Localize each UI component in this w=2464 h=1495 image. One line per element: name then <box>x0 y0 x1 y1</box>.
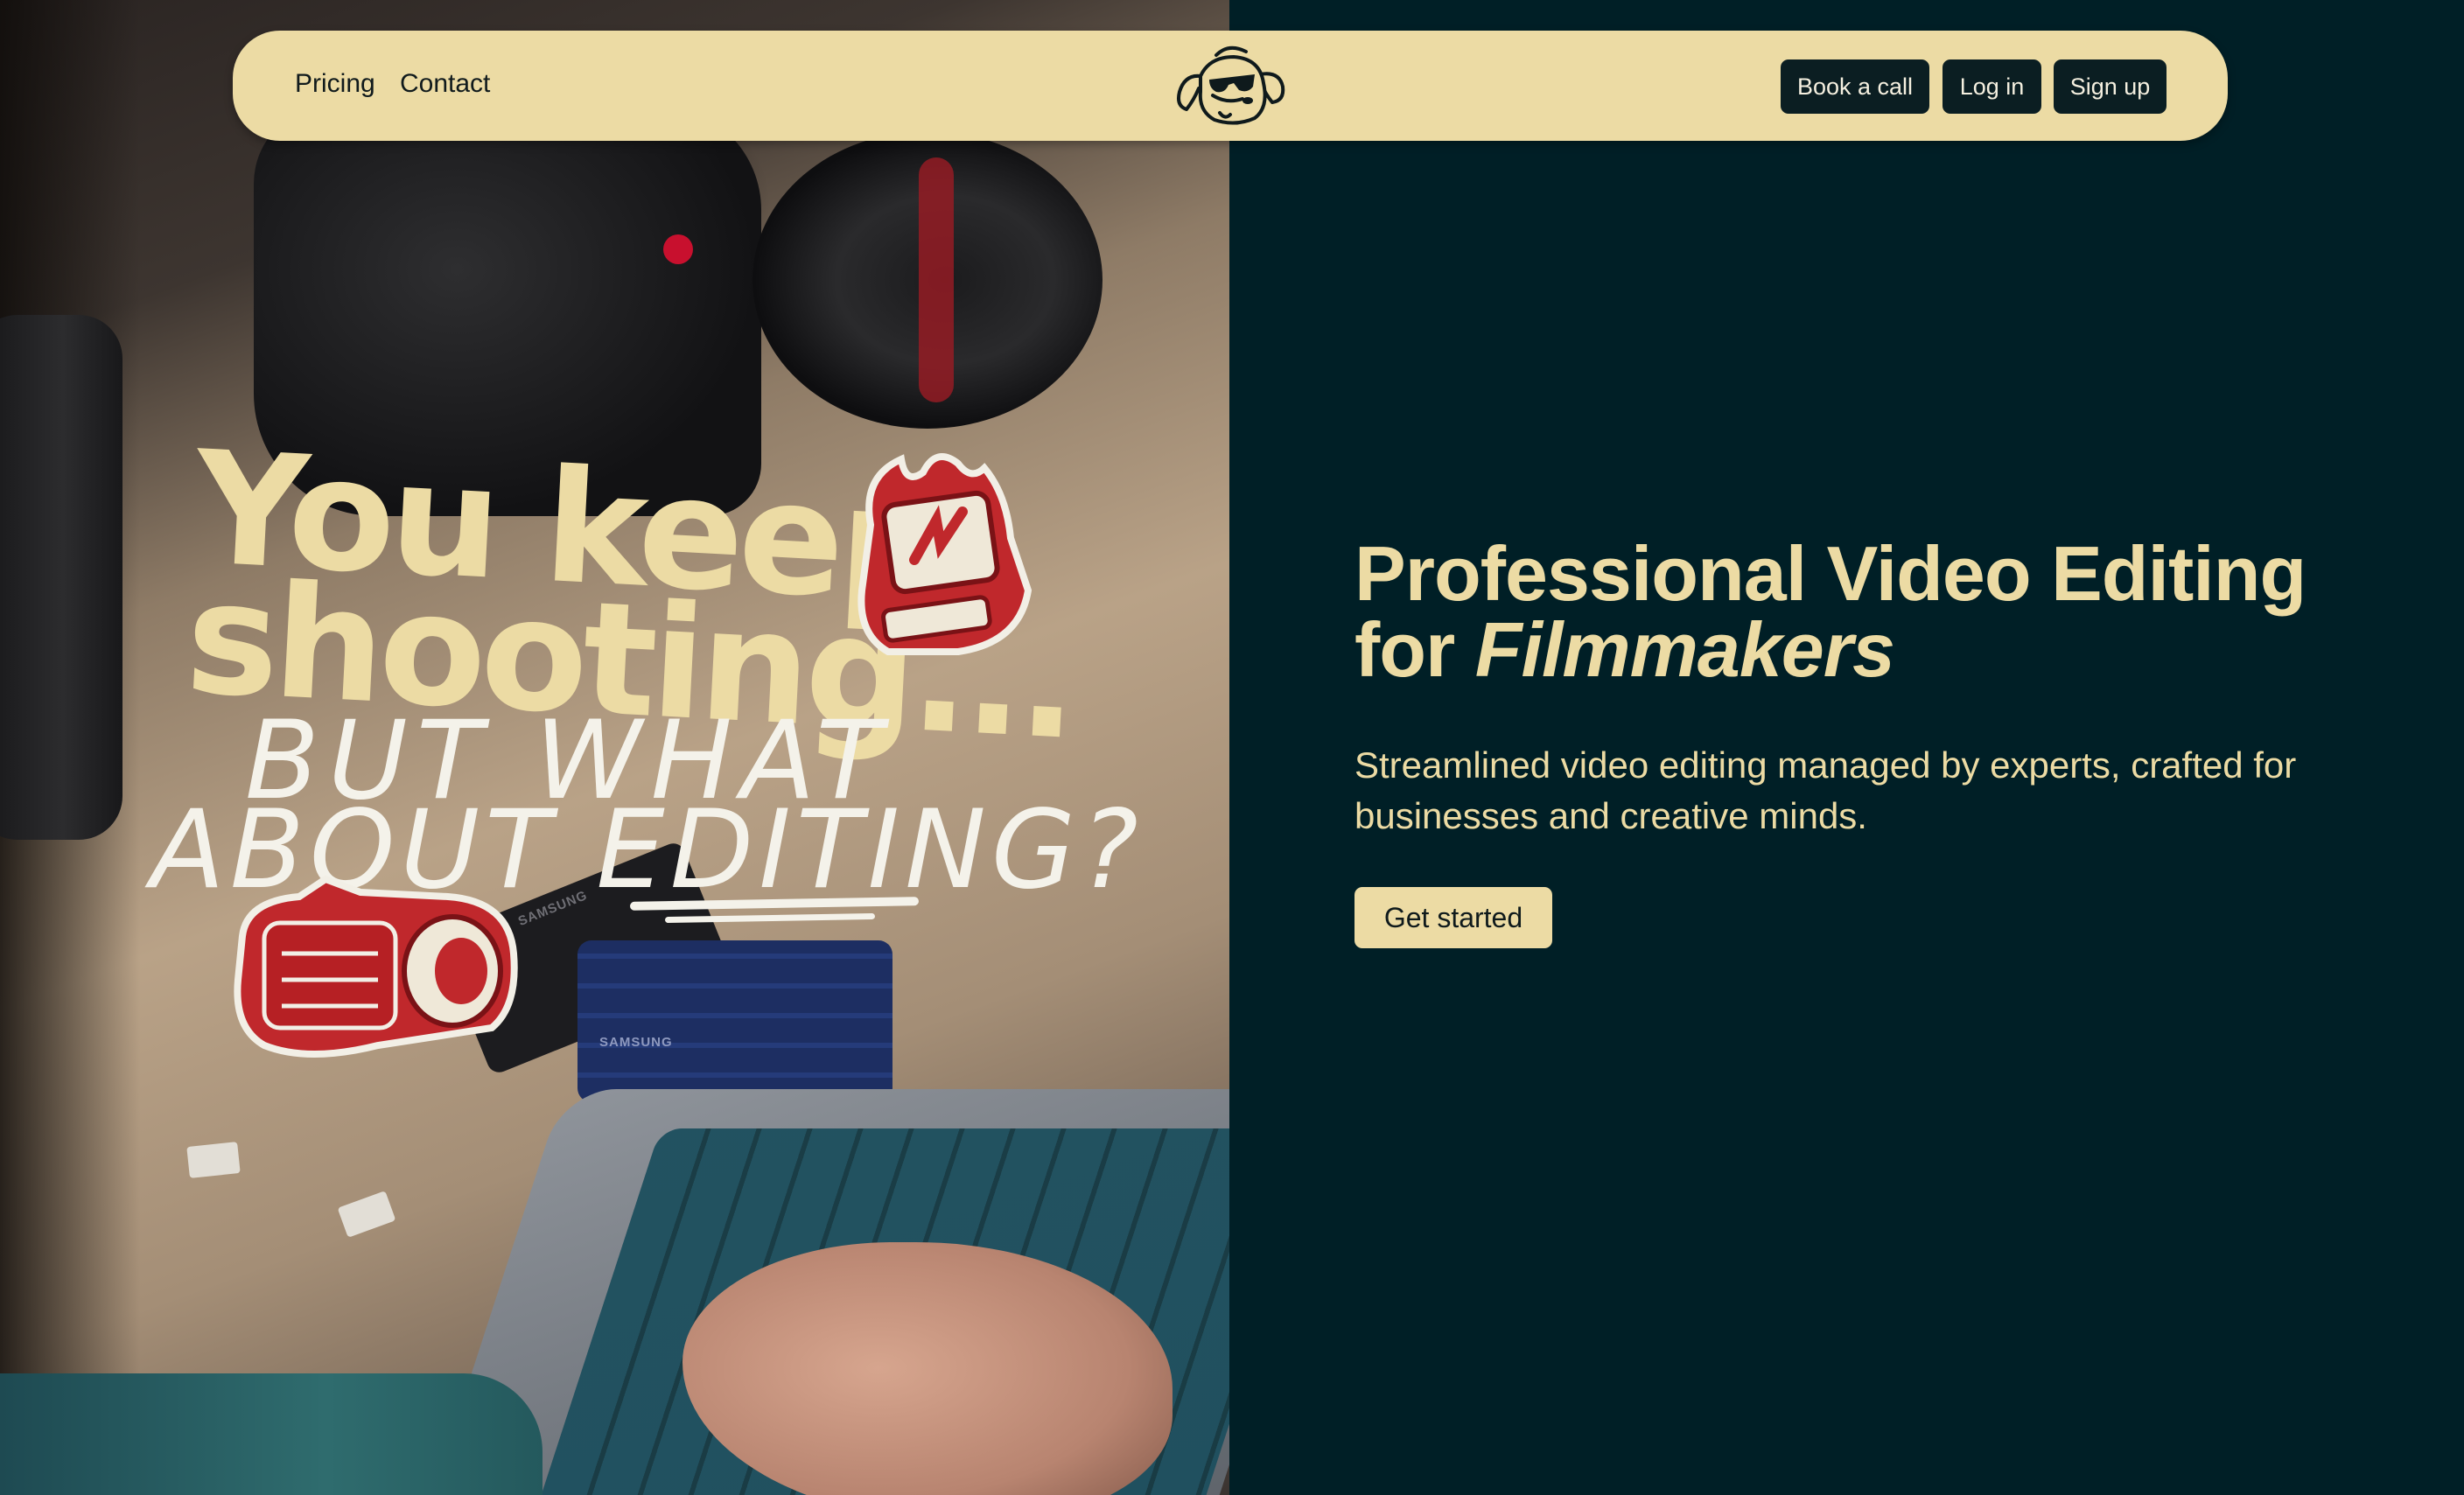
photo-sd-card <box>186 1142 241 1178</box>
nav-link-contact[interactable]: Contact <box>400 69 490 99</box>
get-started-button[interactable]: Get started <box>1354 887 1552 948</box>
hero-title-for: for <box>1354 606 1475 693</box>
photo-lens-left <box>0 315 122 840</box>
photo-sd-card <box>337 1191 396 1238</box>
photo-ssd-blue <box>578 940 892 1102</box>
nav-link-pricing[interactable]: Pricing <box>295 69 375 99</box>
top-nav: Pricing Contact Book a call Log in Sign … <box>233 31 2228 141</box>
ssd-blue-label: SAMSUNG <box>599 1035 673 1050</box>
hero-title-emphasis: Filmmakers <box>1474 606 1895 693</box>
photo-sleeve <box>0 1373 542 1495</box>
dog-sunglasses-logo-icon[interactable] <box>1174 39 1288 132</box>
signup-button[interactable]: Sign up <box>2054 59 2166 114</box>
hero-subtitle: Streamlined video editing managed by exp… <box>1354 744 2297 836</box>
photo-camera-red-button <box>663 234 693 264</box>
red-camera-sticker-icon <box>234 875 518 1058</box>
hero-photo: SAMSUNG SAMSUNG You keep shooting... BUT… <box>0 0 1229 1495</box>
hero-title: Professional Video Editing for Filmmaker… <box>1354 535 2306 688</box>
hero-title-line1: Professional Video Editing <box>1354 530 2306 617</box>
book-a-call-button[interactable]: Book a call <box>1781 59 1929 114</box>
login-button[interactable]: Log in <box>1942 59 2041 114</box>
flaming-computer-sticker-icon <box>858 453 1032 655</box>
photo-lens-ring <box>919 157 954 402</box>
